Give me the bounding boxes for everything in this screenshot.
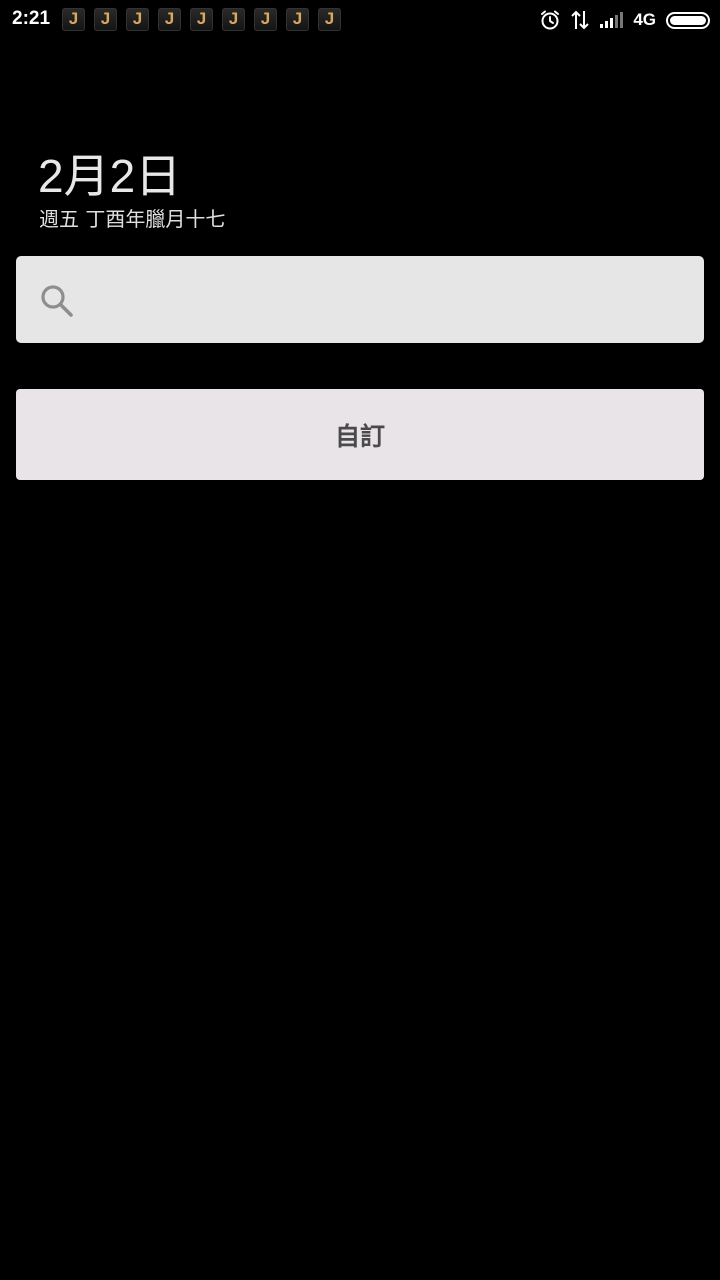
search-icon: [39, 283, 75, 319]
notification-icons: J J J J J J J J J: [62, 8, 350, 31]
date-subtitle: 週五 丁酉年臘月十七: [39, 207, 226, 231]
notification-app-icon: J: [158, 8, 181, 31]
notification-app-icon: J: [126, 8, 149, 31]
notification-app-icon: J: [254, 8, 277, 31]
customize-button[interactable]: 自訂: [16, 389, 704, 480]
notification-app-icon: J: [94, 8, 117, 31]
data-arrows-icon: [571, 9, 590, 31]
notification-app-icon: J: [286, 8, 309, 31]
notification-app-icon: J: [222, 8, 245, 31]
battery-level: [670, 15, 706, 25]
notification-app-icon: J: [62, 8, 85, 31]
notification-app-icon: J: [190, 8, 213, 31]
search-bar[interactable]: [16, 256, 704, 343]
status-indicators: 4G: [529, 6, 710, 34]
network-type-label: 4G: [633, 10, 656, 29]
battery-icon: [666, 11, 710, 29]
status-time: 2:21: [12, 8, 51, 29]
signal-icon: [599, 11, 624, 29]
status-bar: 2:21 J J J J J J J J J 4G: [0, 0, 720, 40]
alarm-icon: [539, 9, 561, 31]
notification-app-icon: J: [318, 8, 341, 31]
search-input[interactable]: [110, 256, 690, 343]
date-heading: 2月2日: [38, 150, 182, 202]
